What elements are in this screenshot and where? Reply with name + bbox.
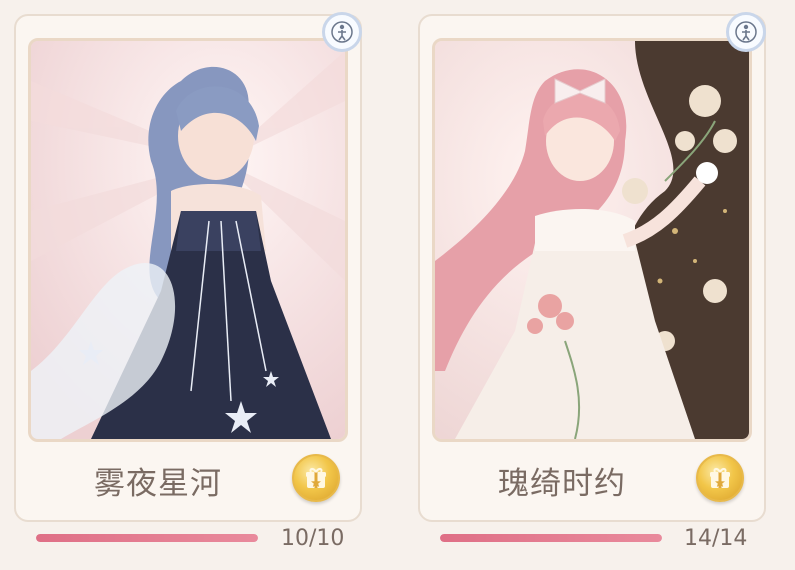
claim-reward-button[interactable] [696,454,744,502]
person-silhouette-icon [331,21,353,43]
collection-count: 10/10 [281,526,345,551]
outfit-illustration-1 [28,38,348,442]
progress-fill [36,534,258,542]
character-badge[interactable] [726,12,766,52]
gift-box-icon [306,468,326,488]
outfit-name: 瑰绮时约 [498,466,626,502]
character-badge[interactable] [322,12,362,52]
name-plate: 雾夜星河 [28,448,348,512]
name-plate: 瑰绮时约 [432,448,752,512]
collection-progress-bar [440,534,662,542]
progress-fill [440,534,662,542]
collection-count: 14/14 [684,526,748,551]
collection-progress-bar [36,534,258,542]
gift-box-icon [710,468,730,488]
claim-reward-button[interactable] [292,454,340,502]
outfit-name: 雾夜星河 [94,466,222,502]
outfit-illustration-2 [432,38,752,442]
outfit-card-1[interactable]: 雾夜星河 [14,12,362,522]
outfit-card-2[interactable]: 瑰绮时约 [418,12,766,522]
person-silhouette-icon [735,21,757,43]
